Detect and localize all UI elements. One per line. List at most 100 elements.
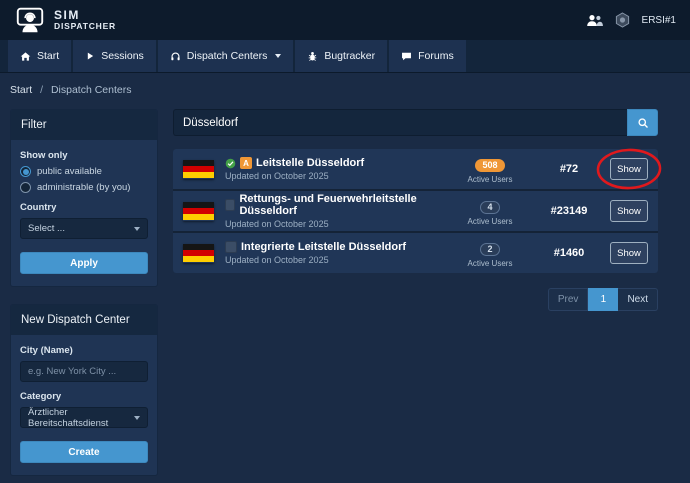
nav-item-bugtracker[interactable]: Bugtracker (295, 40, 387, 72)
dispatch-center-row: A Leitstelle Düsseldorf Updated on Octob… (173, 149, 658, 189)
active-users-col: 2 Active Users (452, 239, 528, 268)
new-dispatch-center-panel: New Dispatch Center City (Name) Category… (10, 304, 158, 476)
show-only-label: Show only (20, 150, 148, 161)
create-button[interactable]: Create (20, 441, 148, 463)
dispatcher-logo-icon (14, 7, 46, 33)
new-dispatch-center-title: New Dispatch Center (11, 305, 157, 335)
breadcrumb-start[interactable]: Start (10, 84, 32, 96)
nav-label-forums: Forums (418, 50, 454, 62)
active-users-col: 4 Active Users (452, 197, 528, 226)
filter-panel-body: Show only public available administrable… (11, 140, 157, 286)
filter-panel: Filter Show only public available admini… (10, 109, 158, 287)
dispatch-center-row: Integrierte Leitstelle Düsseldorf Update… (173, 233, 658, 273)
updated-date: Updated on October 2025 (225, 255, 441, 265)
username[interactable]: ERSI#1 (642, 15, 676, 26)
profile-badge-icon[interactable] (615, 12, 630, 28)
apply-button[interactable]: Apply (20, 252, 148, 274)
unverified-badge-icon (225, 199, 235, 211)
country-label: Country (20, 202, 148, 213)
active-users-badge: 508 (475, 159, 504, 172)
breadcrumb: Start / Dispatch Centers (0, 73, 690, 105)
radio-row-public: public available (20, 166, 148, 177)
nav-item-forums[interactable]: Forums (389, 40, 466, 72)
category-label: Category (20, 391, 148, 402)
row-main: Rettungs- und Feuerwehrleitstelle Düssel… (225, 193, 441, 229)
search-button[interactable] (627, 109, 658, 136)
unverified-badge-icon (225, 241, 237, 253)
users-icon[interactable] (586, 14, 603, 27)
pagination: Prev 1 Next (173, 288, 658, 311)
dispatch-center-id: #23149 (539, 205, 599, 217)
updated-date: Updated on October 2025 (225, 171, 441, 181)
app-header: SIM DISPATCHER ERSI#1 (0, 0, 690, 40)
pagination-page-1[interactable]: 1 (588, 288, 618, 311)
pagination-next[interactable]: Next (618, 288, 658, 311)
play-icon (85, 51, 95, 61)
active-users-label: Active Users (452, 217, 528, 226)
city-name-label: City (Name) (20, 345, 148, 356)
pagination-prev[interactable]: Prev (548, 288, 589, 311)
dispatch-center-row: Rettungs- und Feuerwehrleitstelle Düssel… (173, 191, 658, 231)
brand-title: SIM DISPATCHER (54, 9, 116, 32)
country-select-value: Select ... (28, 223, 65, 234)
nav-item-dispatch-centers[interactable]: Dispatch Centers (158, 40, 294, 72)
breadcrumb-current: Dispatch Centers (51, 84, 132, 96)
nav-label-sessions: Sessions (101, 50, 144, 62)
active-users-col: 508 Active Users (452, 155, 528, 184)
category-select[interactable]: Ärztlicher Bereitschaftsdienst (20, 407, 148, 428)
search-bar (173, 109, 658, 136)
dispatch-center-name[interactable]: Rettungs- und Feuerwehrleitstelle Düssel… (239, 193, 441, 217)
verified-check-icon (225, 158, 236, 169)
new-dispatch-center-body: City (Name) Category Ärztlicher Bereitsc… (11, 335, 157, 475)
country-select[interactable]: Select ... (20, 218, 148, 239)
page-content: Filter Show only public available admini… (0, 105, 690, 476)
brand-line-2: DISPATCHER (54, 22, 116, 31)
show-button[interactable]: Show (610, 242, 648, 264)
dispatch-center-name[interactable]: Leitstelle Düsseldorf (256, 157, 364, 169)
search-icon (637, 117, 649, 129)
active-users-label: Active Users (452, 175, 528, 184)
germany-flag (183, 160, 214, 179)
nav-label-start: Start (37, 50, 59, 62)
dispatch-center-id: #72 (539, 163, 599, 175)
sidebar: Filter Show only public available admini… (10, 109, 158, 476)
comments-icon (401, 51, 412, 62)
chevron-down-icon (134, 227, 140, 231)
search-input[interactable] (173, 109, 627, 136)
row-main: Integrierte Leitstelle Düsseldorf Update… (225, 241, 441, 265)
header-right: ERSI#1 (586, 12, 676, 28)
headset-icon (170, 51, 181, 62)
filter-panel-title: Filter (11, 110, 157, 140)
dispatch-center-name[interactable]: Integrierte Leitstelle Düsseldorf (241, 241, 406, 253)
radio-administrable-label: administrable (by you) (37, 182, 130, 193)
category-select-value: Ärztlicher Bereitschaftsdienst (28, 407, 134, 429)
brand-line-1: SIM (54, 9, 116, 22)
chevron-down-icon (134, 416, 140, 420)
nav-label-dispatch-centers: Dispatch Centers (187, 50, 268, 62)
nav-item-sessions[interactable]: Sessions (73, 40, 156, 72)
nav-label-bugtracker: Bugtracker (324, 50, 375, 62)
active-users-badge: 2 (480, 243, 499, 256)
updated-date: Updated on October 2025 (225, 219, 441, 229)
main-nav: Start Sessions Dispatch Centers Bugtrack… (0, 40, 690, 73)
radio-public-available[interactable] (20, 166, 31, 177)
show-button[interactable]: Show (610, 158, 648, 180)
radio-row-administrable: administrable (by you) (20, 182, 148, 193)
radio-public-label: public available (37, 166, 102, 177)
nav-item-start[interactable]: Start (8, 40, 71, 72)
radio-administrable[interactable] (20, 182, 31, 193)
show-button-wrap: Show (610, 158, 648, 180)
active-users-label: Active Users (452, 259, 528, 268)
breadcrumb-separator: / (40, 84, 43, 96)
show-button[interactable]: Show (610, 200, 648, 222)
row-main: A Leitstelle Düsseldorf Updated on Octob… (225, 157, 441, 181)
active-users-badge: 4 (480, 201, 499, 214)
dispatch-center-id: #1460 (539, 247, 599, 259)
show-button-wrap: Show (610, 242, 648, 264)
show-button-wrap: Show (610, 200, 648, 222)
germany-flag (183, 244, 214, 263)
grade-badge: A (240, 157, 252, 169)
city-name-input[interactable] (20, 361, 148, 382)
brand[interactable]: SIM DISPATCHER (14, 7, 116, 33)
home-icon (20, 51, 31, 62)
